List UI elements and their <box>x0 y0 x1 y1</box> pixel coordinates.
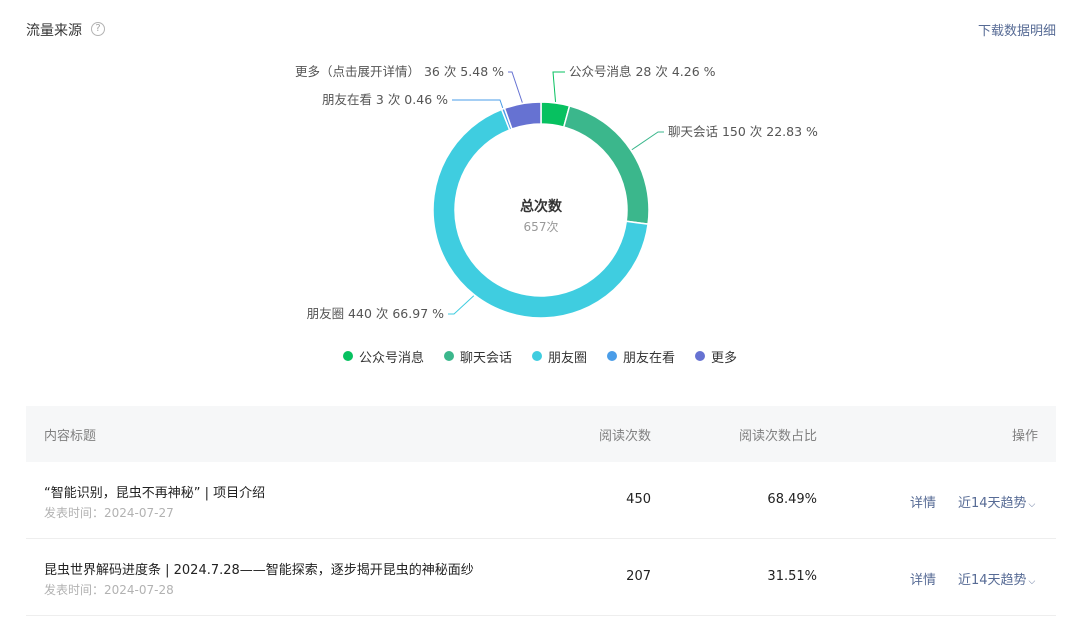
article-table: 内容标题 阅读次数 阅读次数占比 操作 “智能识别，昆虫不再神秘” | 项目介绍… <box>26 406 1056 616</box>
publish-date: 发表时间：2024-07-27 <box>44 506 174 520</box>
leader-line-gongzhonghao <box>552 71 565 103</box>
header-read-ratio: 阅读次数占比 <box>738 429 817 444</box>
article-title[interactable]: 昆虫世界解码进度条 | 2024.7.28——智能探索，逐步揭开昆虫的神秘面纱 <box>44 559 474 578</box>
chevron-down-icon: ⌵ <box>1028 500 1036 510</box>
legend-dot-icon <box>607 351 617 361</box>
leader-line-gengduo <box>508 71 523 103</box>
table-header: 内容标题 阅读次数 阅读次数占比 操作 <box>26 406 1056 462</box>
chevron-down-icon: ⌵ <box>1028 577 1036 587</box>
page-header: 流量来源 ? 下载数据明细 <box>26 18 1056 42</box>
trend-label: 近14天趋势 <box>958 573 1027 588</box>
detail-link[interactable]: 详情 <box>910 492 936 511</box>
donut-slice-gengduo[interactable] <box>503 101 542 131</box>
leader-line-pengyouzaikan <box>452 99 504 109</box>
legend-dot-icon <box>443 351 454 361</box>
publish-date: 发表时间：2024-07-28 <box>44 583 174 597</box>
chart-center-label: 总次数 <box>520 198 563 215</box>
legend-item-liaotian[interactable]: 聊天会话 <box>443 346 512 366</box>
legend-label: 朋友在看 <box>623 350 676 366</box>
slice-label-liaotian: 聊天会话 150 次 22.83 % <box>668 124 818 139</box>
leader-line-liaotian <box>631 131 664 151</box>
legend-dot-icon <box>531 351 542 361</box>
legend-label: 朋友圈 <box>547 350 587 366</box>
legend-item-gongzhonghao[interactable]: 公众号消息 <box>342 346 424 366</box>
chart-legend: 公众号消息 聊天会话 朋友圈 朋友在看 更多 <box>0 346 1080 366</box>
slice-label-pengyouzaikan: 朋友在看 3 次 0.46 % <box>322 92 448 107</box>
chart-center-value: 657次 <box>524 220 559 234</box>
legend-item-pengyouquan[interactable]: 朋友圈 <box>531 346 587 366</box>
detail-link[interactable]: 详情 <box>910 569 936 588</box>
slice-label-pengyouquan: 朋友圈 440 次 66.97 % <box>307 306 445 321</box>
legend-dot-icon <box>342 351 353 361</box>
leader-line-pengyouquan <box>448 295 475 315</box>
read-count: 450 <box>626 492 651 507</box>
section-title: 流量来源 <box>26 23 82 39</box>
header-read-count: 阅读次数 <box>598 429 651 444</box>
donut-slice-liaotian[interactable] <box>562 104 650 226</box>
legend-label: 公众号消息 <box>358 350 424 366</box>
trend-label: 近14天趋势 <box>958 496 1027 511</box>
read-count: 207 <box>626 569 651 584</box>
table-row: 昆虫世界解码进度条 | 2024.7.28——智能探索，逐步揭开昆虫的神秘面纱发… <box>26 539 1056 616</box>
slice-label-gongzhonghao: 公众号消息 28 次 4.26 % <box>569 64 716 79</box>
header-action: 操作 <box>1011 429 1038 444</box>
legend-label: 聊天会话 <box>459 350 512 366</box>
read-ratio: 68.49% <box>767 492 817 507</box>
legend-item-gengduo[interactable]: 更多 <box>695 346 737 366</box>
read-ratio: 31.51% <box>767 569 817 584</box>
article-title[interactable]: “智能识别，昆虫不再神秘” | 项目介绍 <box>44 482 265 501</box>
download-data-link[interactable]: 下载数据明细 <box>978 20 1056 39</box>
header-content-title: 内容标题 <box>44 429 97 444</box>
trend-14day-dropdown[interactable]: 近14天趋势 ⌵ <box>958 492 1035 511</box>
slice-label-gengduo: 更多（点击展开详情） 36 次 5.48 % <box>295 64 504 79</box>
help-icon[interactable]: ? <box>91 22 105 36</box>
legend-item-pengyouzaikan[interactable]: 朋友在看 <box>607 346 675 366</box>
traffic-source-donut-chart: 公众号消息 28 次 4.26 % 聊天会话 150 次 22.83 % 朋友圈 4… <box>295 64 818 321</box>
legend-dot-icon <box>695 351 706 361</box>
table-row: “智能识别，昆虫不再神秘” | 项目介绍发表时间：2024-07-27 450 68… <box>26 462 1056 539</box>
legend-label: 更多 <box>711 350 738 366</box>
trend-14day-dropdown[interactable]: 近14天趋势 ⌵ <box>958 569 1035 588</box>
